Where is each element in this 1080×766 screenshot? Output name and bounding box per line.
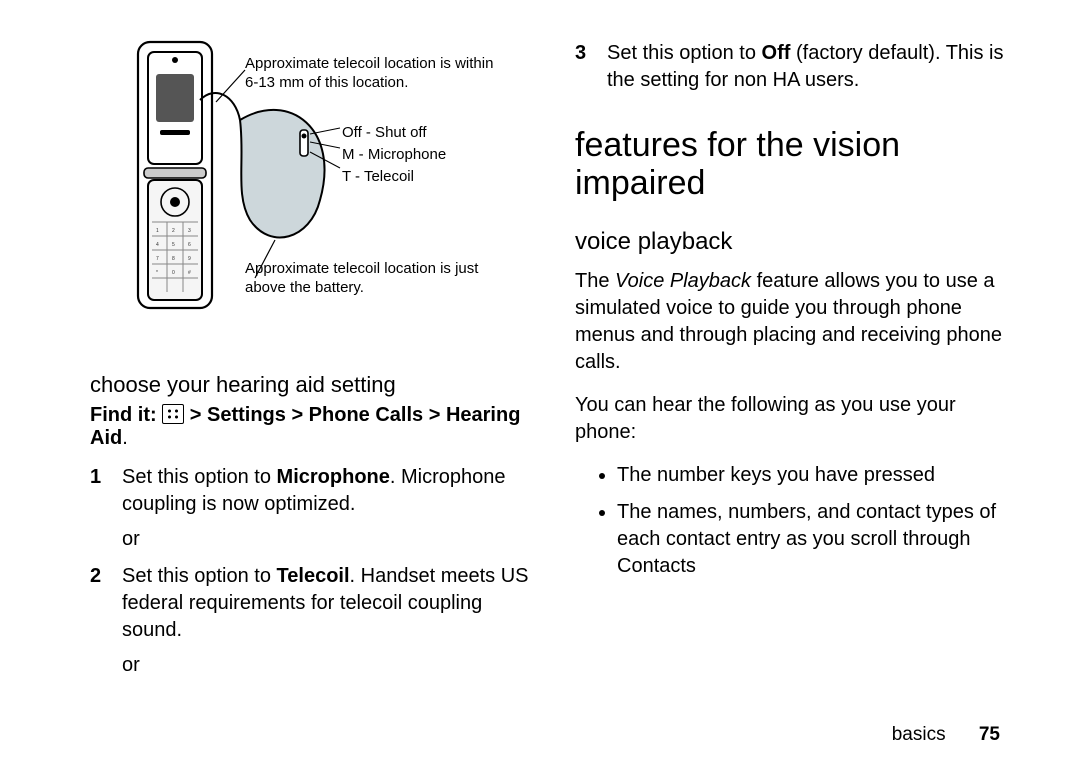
find-it-path: Find it: > Settings > Phone Calls > Hear… — [90, 404, 535, 450]
find-it-label: Find it: — [90, 404, 157, 426]
step-2: Set this option to Telecoil. Handset mee… — [90, 563, 535, 679]
legend-m: M - Microphone — [342, 144, 446, 166]
telecoil-diagram: 123 456 789 *0# — [90, 40, 535, 330]
bullet-number-keys: The number keys you have pressed — [617, 462, 1020, 489]
diagram-legend: Off - Shut off M - Microphone T - Teleco… — [342, 122, 446, 187]
manual-page: 123 456 789 *0# — [0, 0, 1080, 766]
bullet-contact-info: The names, numbers, and contact types of… — [617, 499, 1020, 580]
paragraph-voice-playback-intro: The Voice Playback feature allows you to… — [575, 268, 1020, 376]
steps-list-left: Set this option to Microphone. Microphon… — [90, 464, 535, 689]
or-1: or — [122, 526, 535, 553]
or-2: or — [122, 652, 535, 679]
diagram-label-bottom: Approximate telecoil location is just ab… — [245, 260, 505, 298]
left-column: 123 456 789 *0# — [90, 40, 565, 736]
heading-choose-setting: choose your hearing aid setting — [90, 372, 535, 398]
legend-off: Off - Shut off — [342, 122, 446, 144]
right-column: Set this option to Off (factory default)… — [565, 40, 1020, 736]
step-3: Set this option to Off (factory default)… — [575, 40, 1020, 94]
subheading-voice-playback: voice playback — [575, 228, 1020, 256]
menu-icon — [162, 404, 184, 424]
steps-list-right: Set this option to Off (factory default)… — [575, 40, 1020, 104]
footer-page-number: 75 — [979, 724, 1000, 745]
diagram-label-top: Approximate telecoil location is within … — [245, 55, 505, 93]
section-title-vision: features for the vision impaired — [575, 126, 1020, 202]
footer-section: basics — [892, 724, 946, 745]
page-footer: basics 75 — [892, 724, 1000, 746]
bullet-list: The number keys you have pressed The nam… — [575, 462, 1020, 590]
legend-t: T - Telecoil — [342, 166, 446, 188]
step-1: Set this option to Microphone. Microphon… — [90, 464, 535, 553]
paragraph-hear-following: You can hear the following as you use yo… — [575, 392, 1020, 446]
